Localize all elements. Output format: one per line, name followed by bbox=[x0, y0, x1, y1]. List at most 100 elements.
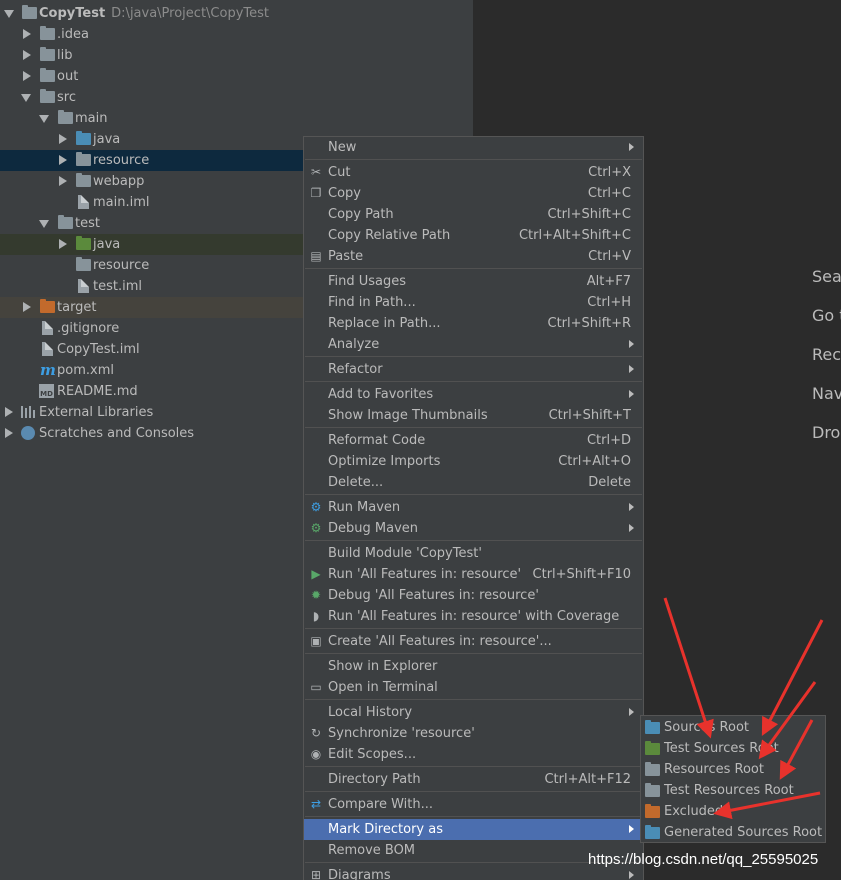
menu-separator bbox=[305, 791, 642, 792]
submenu-item-test-sources-root[interactable]: Test Sources Root bbox=[641, 738, 825, 759]
menu-separator bbox=[305, 268, 642, 269]
menu-item-new[interactable]: New bbox=[304, 137, 643, 158]
tree-row-main[interactable]: main bbox=[0, 108, 473, 129]
collapse-arrow-icon[interactable] bbox=[23, 71, 31, 81]
submenu-item-resources-root[interactable]: Resources Root bbox=[641, 759, 825, 780]
menu-item-label: Mark Directory as bbox=[328, 822, 443, 837]
tree-row-lib[interactable]: lib bbox=[0, 45, 473, 66]
menu-item-debug-all-features[interactable]: ✹ Debug 'All Features in: resource' bbox=[304, 585, 643, 606]
menu-item-copy[interactable]: ❐ Copy Ctrl+C bbox=[304, 183, 643, 204]
tree-item-label: resource bbox=[93, 153, 150, 168]
menu-separator bbox=[305, 816, 642, 817]
welcome-recent-files: Recent Files bbox=[812, 345, 841, 364]
submenu-item-sources-root[interactable]: Sources Root bbox=[641, 717, 825, 738]
submenu-item-generated-sources-root[interactable]: Generated Sources Root bbox=[641, 822, 825, 843]
menu-item-local-history[interactable]: Local History bbox=[304, 702, 643, 723]
menu-item-label: Cut bbox=[328, 165, 351, 180]
menu-item-directory-path[interactable]: Directory Path Ctrl+Alt+F12 bbox=[304, 769, 643, 790]
tree-row-project-root[interactable]: CopyTest D:\java\Project\CopyTest bbox=[0, 3, 473, 24]
collapse-arrow-icon[interactable] bbox=[5, 407, 13, 417]
menu-item-label: Copy bbox=[328, 186, 361, 201]
collapse-arrow-icon[interactable] bbox=[23, 302, 31, 312]
submenu-item-label: Excluded bbox=[664, 804, 724, 819]
menu-item-synchronize[interactable]: ↻ Synchronize 'resource' bbox=[304, 723, 643, 744]
menu-item-analyze[interactable]: Analyze bbox=[304, 334, 643, 355]
tree-row-out[interactable]: out bbox=[0, 66, 473, 87]
menu-item-find-usages[interactable]: Find Usages Alt+F7 bbox=[304, 271, 643, 292]
arrow-to-test-sources-root bbox=[761, 619, 824, 736]
menu-item-build-module[interactable]: Build Module 'CopyTest' bbox=[304, 543, 643, 564]
maven-gear-icon: ⚙ bbox=[310, 500, 322, 514]
menu-item-run-maven[interactable]: ⚙ Run Maven bbox=[304, 497, 643, 518]
tree-row-src[interactable]: src bbox=[0, 87, 473, 108]
menu-item-optimize-imports[interactable]: Optimize Imports Ctrl+Alt+O bbox=[304, 451, 643, 472]
menu-item-cut[interactable]: ✂ Cut Ctrl+X bbox=[304, 162, 643, 183]
collapse-arrow-icon[interactable] bbox=[23, 50, 31, 60]
test-sources-root-folder-icon bbox=[645, 741, 660, 755]
menu-separator bbox=[305, 159, 642, 160]
menu-item-paste[interactable]: ▤ Paste Ctrl+V bbox=[304, 246, 643, 267]
submenu-item-label: Test Sources Root bbox=[664, 741, 779, 756]
menu-item-edit-scopes[interactable]: ◉ Edit Scopes... bbox=[304, 744, 643, 765]
menu-item-shortcut: Ctrl+C bbox=[587, 186, 631, 201]
menu-item-refactor[interactable]: Refactor bbox=[304, 359, 643, 380]
tree-item-label: CopyTest.iml bbox=[57, 342, 140, 357]
menu-item-label: Synchronize 'resource' bbox=[328, 726, 475, 741]
copy-icon: ❐ bbox=[310, 186, 322, 200]
collapse-arrow-icon[interactable] bbox=[5, 428, 13, 438]
menu-item-mark-directory-as[interactable]: Mark Directory as bbox=[304, 819, 643, 840]
terminal-icon: ▭ bbox=[310, 680, 322, 694]
menu-item-copy-relative-path[interactable]: Copy Relative Path Ctrl+Alt+Shift+C bbox=[304, 225, 643, 246]
menu-item-label: Replace in Path... bbox=[328, 316, 441, 331]
menu-item-label: Refactor bbox=[328, 362, 383, 377]
submenu-item-label: Sources Root bbox=[664, 720, 750, 735]
menu-item-label: Create 'All Features in: resource'... bbox=[328, 634, 552, 649]
menu-separator bbox=[305, 356, 642, 357]
debug-icon: ✹ bbox=[310, 588, 322, 602]
expand-arrow-icon[interactable] bbox=[4, 10, 14, 18]
menu-item-delete[interactable]: Delete... Delete bbox=[304, 472, 643, 493]
menu-item-label: Run 'All Features in: resource' bbox=[328, 567, 522, 582]
menu-item-find-in-path[interactable]: Find in Path... Ctrl+H bbox=[304, 292, 643, 313]
expand-arrow-icon[interactable] bbox=[21, 94, 31, 102]
tree-row-idea[interactable]: .idea bbox=[0, 24, 473, 45]
iml-file-icon bbox=[42, 342, 53, 356]
submenu-item-test-resources-root[interactable]: Test Resources Root bbox=[641, 780, 825, 801]
collapse-arrow-icon[interactable] bbox=[59, 176, 67, 186]
menu-item-shortcut: Ctrl+X bbox=[588, 165, 631, 180]
tree-item-label: README.md bbox=[57, 384, 138, 399]
collapse-arrow-icon[interactable] bbox=[23, 29, 31, 39]
scratches-icon bbox=[21, 426, 35, 440]
menu-item-add-to-favorites[interactable]: Add to Favorites bbox=[304, 384, 643, 405]
expand-arrow-icon[interactable] bbox=[39, 220, 49, 228]
menu-separator bbox=[305, 540, 642, 541]
menu-item-label: Analyze bbox=[328, 337, 380, 352]
collapse-arrow-icon[interactable] bbox=[59, 155, 67, 165]
maven-debug-icon: ⚙ bbox=[310, 521, 322, 535]
menu-item-copy-path[interactable]: Copy Path Ctrl+Shift+C bbox=[304, 204, 643, 225]
menu-item-reformat-code[interactable]: Reformat Code Ctrl+D bbox=[304, 430, 643, 451]
context-menu: New ✂ Cut Ctrl+X ❐ Copy Ctrl+C Copy Path Ctrl… bbox=[303, 136, 644, 880]
expand-arrow-icon[interactable] bbox=[39, 115, 49, 123]
collapse-arrow-icon[interactable] bbox=[59, 239, 67, 249]
submenu-arrow-icon bbox=[629, 340, 634, 348]
menu-item-label: Remove BOM bbox=[328, 843, 416, 858]
menu-item-create-all-features[interactable]: ▣ Create 'All Features in: resource'... bbox=[304, 631, 643, 652]
menu-item-replace-in-path[interactable]: Replace in Path... Ctrl+Shift+R bbox=[304, 313, 643, 334]
menu-item-open-in-terminal[interactable]: ▭ Open in Terminal bbox=[304, 677, 643, 698]
menu-item-run-with-coverage[interactable]: ◗ Run 'All Features in: resource' with Co… bbox=[304, 606, 643, 627]
menu-item-show-image-thumbnails[interactable]: Show Image Thumbnails Ctrl+Shift+T bbox=[304, 405, 643, 426]
menu-item-show-in-explorer[interactable]: Show in Explorer bbox=[304, 656, 643, 677]
collapse-arrow-icon[interactable] bbox=[59, 134, 67, 144]
menu-item-shortcut: Ctrl+D bbox=[586, 433, 631, 448]
submenu-item-excluded[interactable]: Excluded bbox=[641, 801, 825, 822]
menu-item-run-all-features[interactable]: ▶ Run 'All Features in: resource' Ctrl+Shi… bbox=[304, 564, 643, 585]
sync-icon: ↻ bbox=[310, 726, 322, 740]
menu-item-label: Delete... bbox=[328, 475, 384, 490]
menu-item-label: Paste bbox=[328, 249, 364, 264]
menu-item-compare-with[interactable]: ⇄ Compare With... bbox=[304, 794, 643, 815]
iml-file-icon bbox=[78, 279, 89, 293]
menu-item-debug-maven[interactable]: ⚙ Debug Maven bbox=[304, 518, 643, 539]
menu-item-label: Copy Path bbox=[328, 207, 394, 222]
folder-icon bbox=[76, 173, 91, 187]
